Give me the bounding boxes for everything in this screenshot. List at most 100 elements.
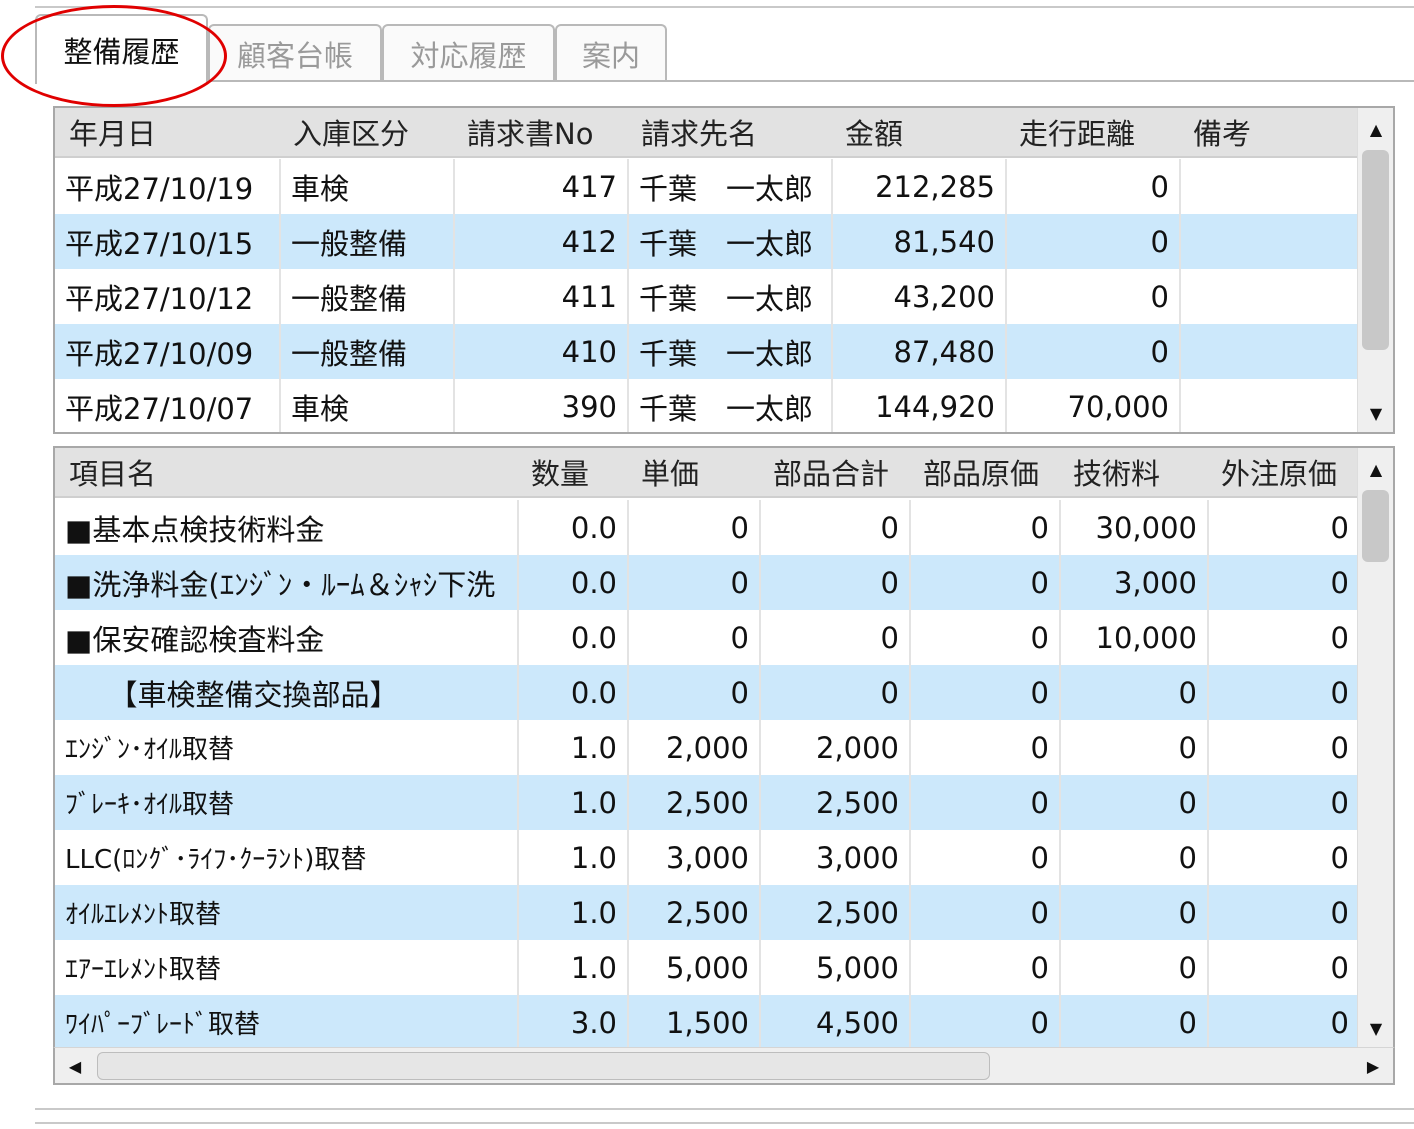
cell-labor-fee: 0 bbox=[1061, 885, 1209, 940]
cell-unit-price: 0 bbox=[629, 610, 761, 665]
cell-item-name: 【車検整備交換部品】 bbox=[55, 665, 519, 720]
history-col-invoice-no[interactable]: 請求書No bbox=[467, 108, 593, 156]
details-col-labor-fee[interactable]: 技術料 bbox=[1073, 448, 1160, 496]
details-row[interactable]: ｴﾝｼﾞﾝ･ｵｲﾙ取替 1.0 2,000 2,000 0 0 0 bbox=[55, 720, 1359, 775]
cell-parts-total: 0 bbox=[761, 610, 911, 665]
cell-parts-total: 0 bbox=[761, 555, 911, 610]
details-col-parts-cost[interactable]: 部品原価 bbox=[923, 448, 1039, 496]
history-row[interactable]: 平成27/10/15 一般整備 412 千葉 一太郎 81,540 0 bbox=[55, 214, 1359, 269]
cell-mileage: 0 bbox=[1007, 269, 1181, 324]
history-row[interactable]: 平成27/10/07 車検 390 千葉 一太郎 144,920 70,000 bbox=[55, 379, 1359, 432]
cell-quantity: 3.0 bbox=[519, 995, 629, 1049]
history-col-notes[interactable]: 備考 bbox=[1193, 108, 1251, 156]
details-row[interactable]: 【車検整備交換部品】 0.0 0 0 0 0 0 bbox=[55, 665, 1359, 720]
cell-parts-cost: 0 bbox=[911, 885, 1061, 940]
history-scroll-thumb[interactable] bbox=[1362, 150, 1389, 350]
cell-entry-type: 一般整備 bbox=[281, 214, 455, 269]
history-header: 年月日 入庫区分 請求書No 請求先名 金額 走行距離 備考 bbox=[55, 108, 1359, 158]
cell-billing-name: 千葉 一太郎 bbox=[629, 324, 833, 379]
details-row[interactable]: ｵｲﾙｴﾚﾒﾝﾄ取替 1.0 2,500 2,500 0 0 0 bbox=[55, 885, 1359, 940]
details-row[interactable]: LLC(ﾛﾝｸﾞ･ﾗｲﾌ･ｸｰﾗﾝﾄ)取替 1.0 3,000 3,000 0 0 0 bbox=[55, 830, 1359, 885]
tab-correspondence-history[interactable]: 対応履歴 bbox=[382, 24, 555, 81]
cell-entry-type: 一般整備 bbox=[281, 269, 455, 324]
cell-outsource-cost: 0 bbox=[1330, 895, 1349, 930]
scroll-down-icon[interactable]: ▼ bbox=[1358, 398, 1393, 428]
cell-quantity: 1.0 bbox=[519, 830, 629, 885]
cell-labor-fee: 30,000 bbox=[1061, 500, 1209, 555]
details-col-item-name[interactable]: 項目名 bbox=[69, 448, 156, 496]
details-col-outsource-cost[interactable]: 外注原価 bbox=[1221, 448, 1337, 496]
tab-customer-ledger[interactable]: 顧客台帳 bbox=[208, 24, 382, 81]
details-row[interactable]: ■基本点検技術料金 0.0 0 0 0 30,000 0 bbox=[55, 500, 1359, 555]
cell-parts-cost: 0 bbox=[911, 610, 1061, 665]
scroll-left-icon[interactable]: ◀ bbox=[57, 1048, 93, 1084]
scroll-up-icon[interactable]: ▲ bbox=[1358, 114, 1393, 144]
cell-unit-price: 2,500 bbox=[629, 885, 761, 940]
details-row[interactable]: ■保安確認検査料金 0.0 0 0 0 10,000 0 bbox=[55, 610, 1359, 665]
history-col-mileage[interactable]: 走行距離 bbox=[1019, 108, 1135, 156]
cell-invoice-no: 412 bbox=[455, 214, 629, 269]
tab-guidance[interactable]: 案内 bbox=[555, 24, 667, 81]
cell-amount: 87,480 bbox=[833, 324, 1007, 379]
cell-parts-cost: 0 bbox=[911, 940, 1061, 995]
bottom-frame-line-2 bbox=[35, 1122, 1414, 1124]
details-scroll-thumb[interactable] bbox=[1362, 490, 1389, 562]
cell-quantity: 0.0 bbox=[519, 555, 629, 610]
details-hscroll-thumb[interactable] bbox=[97, 1052, 990, 1080]
cell-quantity: 0.0 bbox=[519, 610, 629, 665]
details-row[interactable]: ﾌﾞﾚｰｷ･ｵｲﾙ取替 1.0 2,500 2,500 0 0 0 bbox=[55, 775, 1359, 830]
cell-date: 平成27/10/07 bbox=[55, 379, 281, 432]
details-grid: 項目名 数量 単価 部品合計 部品原価 技術料 外注原価 ■基本点検技術料金 0.… bbox=[53, 446, 1395, 1049]
details-row[interactable]: ﾜｲﾊﾟｰﾌﾞﾚｰﾄﾞ取替 3.0 1,500 4,500 0 0 0 bbox=[55, 995, 1359, 1049]
cell-amount: 144,920 bbox=[833, 379, 1007, 432]
cell-invoice-no: 411 bbox=[455, 269, 629, 324]
details-col-parts-total[interactable]: 部品合計 bbox=[773, 448, 889, 496]
cell-outsource-cost: 0 bbox=[1330, 785, 1349, 820]
cell-outsource-cost: 0 bbox=[1330, 675, 1349, 710]
cell-parts-cost: 0 bbox=[911, 665, 1061, 720]
details-vscroll[interactable]: ▲ ▼ bbox=[1357, 448, 1393, 1049]
cell-quantity: 0.0 bbox=[519, 500, 629, 555]
cell-labor-fee: 10,000 bbox=[1061, 610, 1209, 665]
cell-notes bbox=[1181, 379, 1359, 432]
history-col-entry-type[interactable]: 入庫区分 bbox=[293, 108, 409, 156]
details-row[interactable]: ｴｱｰｴﾚﾒﾝﾄ取替 1.0 5,000 5,000 0 0 0 bbox=[55, 940, 1359, 995]
cell-unit-price: 3,000 bbox=[629, 830, 761, 885]
scroll-right-icon[interactable]: ▶ bbox=[1355, 1048, 1391, 1084]
cell-quantity: 1.0 bbox=[519, 940, 629, 995]
history-col-billing-name[interactable]: 請求先名 bbox=[641, 108, 757, 156]
history-vscroll[interactable]: ▲ ▼ bbox=[1357, 108, 1393, 432]
cell-parts-cost: 0 bbox=[911, 500, 1061, 555]
history-row[interactable]: 平成27/10/12 一般整備 411 千葉 一太郎 43,200 0 bbox=[55, 269, 1359, 324]
cell-outsource-cost: 0 bbox=[1330, 510, 1349, 545]
cell-billing-name: 千葉 一太郎 bbox=[629, 379, 833, 432]
details-hscroll[interactable]: ◀ ▶ bbox=[53, 1047, 1395, 1085]
cell-outsource-cost: 0 bbox=[1330, 620, 1349, 655]
scroll-up-icon[interactable]: ▲ bbox=[1358, 454, 1393, 484]
cell-parts-cost: 0 bbox=[911, 995, 1061, 1049]
cell-item-name: ｴｱｰｴﾚﾒﾝﾄ取替 bbox=[55, 940, 519, 995]
details-row[interactable]: ■洗浄料金(ｴﾝｼﾞﾝ・ﾙｰﾑ＆ｼｬｼ下洗 0.0 0 0 0 3,000 0 bbox=[55, 555, 1359, 610]
cell-entry-type: 車検 bbox=[281, 379, 455, 432]
cell-item-name: LLC(ﾛﾝｸﾞ･ﾗｲﾌ･ｸｰﾗﾝﾄ)取替 bbox=[55, 830, 519, 885]
history-row[interactable]: 平成27/10/19 車検 417 千葉 一太郎 212,285 0 bbox=[55, 159, 1359, 214]
cell-labor-fee: 0 bbox=[1061, 720, 1209, 775]
tab-maintenance-history[interactable]: 整備履歴 bbox=[35, 14, 208, 84]
cell-parts-total: 2,000 bbox=[761, 720, 911, 775]
cell-unit-price: 5,000 bbox=[629, 940, 761, 995]
history-col-date[interactable]: 年月日 bbox=[69, 108, 156, 156]
cell-mileage: 70,000 bbox=[1007, 379, 1181, 432]
history-col-amount[interactable]: 金額 bbox=[845, 108, 903, 156]
scroll-down-icon[interactable]: ▼ bbox=[1358, 1013, 1393, 1043]
details-col-unit-price[interactable]: 単価 bbox=[641, 448, 699, 496]
details-header: 項目名 数量 単価 部品合計 部品原価 技術料 外注原価 bbox=[55, 448, 1359, 498]
cell-invoice-no: 417 bbox=[455, 159, 629, 214]
details-col-quantity[interactable]: 数量 bbox=[531, 448, 589, 496]
cell-parts-total: 4,500 bbox=[761, 995, 911, 1049]
cell-outsource-cost: 0 bbox=[1330, 840, 1349, 875]
cell-parts-cost: 0 bbox=[911, 830, 1061, 885]
history-row[interactable]: 平成27/10/09 一般整備 410 千葉 一太郎 87,480 0 bbox=[55, 324, 1359, 379]
cell-labor-fee: 0 bbox=[1061, 995, 1209, 1049]
cell-parts-total: 0 bbox=[761, 665, 911, 720]
cell-date: 平成27/10/09 bbox=[55, 324, 281, 379]
